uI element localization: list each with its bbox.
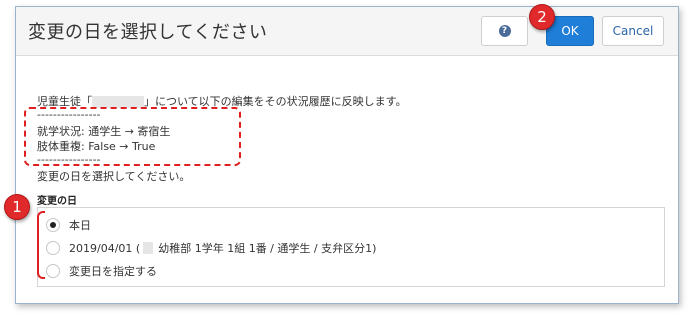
highlight-changes-box: [24, 107, 241, 166]
radio-button-selected[interactable]: [46, 218, 60, 232]
redacted-school: [143, 242, 154, 254]
prompt-text: 変更の日を選択してください。: [37, 170, 191, 183]
question-icon: ?: [498, 25, 511, 37]
date-options-group: 本日 2019/04/01 ( 幼稚部 1学年 1組 1番 / 通学生 / 支弁区…: [37, 207, 665, 287]
radio-button[interactable]: [46, 264, 60, 278]
option-label: 本日: [69, 219, 91, 232]
option-label-prefix: 2019/04/01 (: [69, 241, 141, 255]
option-history-date[interactable]: 2019/04/01 ( 幼稚部 1学年 1組 1番 / 通学生 / 支弁区分1): [46, 240, 376, 256]
section-label: 変更の日: [37, 196, 77, 207]
option-label: 変更日を指定する: [69, 265, 157, 278]
option-today[interactable]: 本日: [46, 217, 91, 233]
annotation-badge-2: 2: [529, 4, 555, 30]
option-specify-date[interactable]: 変更日を指定する: [46, 263, 157, 279]
dialog-title: 変更の日を選択してください: [28, 22, 268, 43]
annotation-badge-1: 1: [4, 194, 30, 220]
radio-button[interactable]: [46, 241, 60, 255]
dialog-header: 変更の日を選択してください ? OK Cancel: [16, 7, 678, 56]
options-bracket: [37, 211, 45, 279]
option-label-suffix: 幼稚部 1学年 1組 1番 / 通学生 / 支弁区分1): [158, 242, 377, 255]
help-button[interactable]: ?: [481, 16, 528, 46]
cancel-button[interactable]: Cancel: [602, 16, 664, 46]
